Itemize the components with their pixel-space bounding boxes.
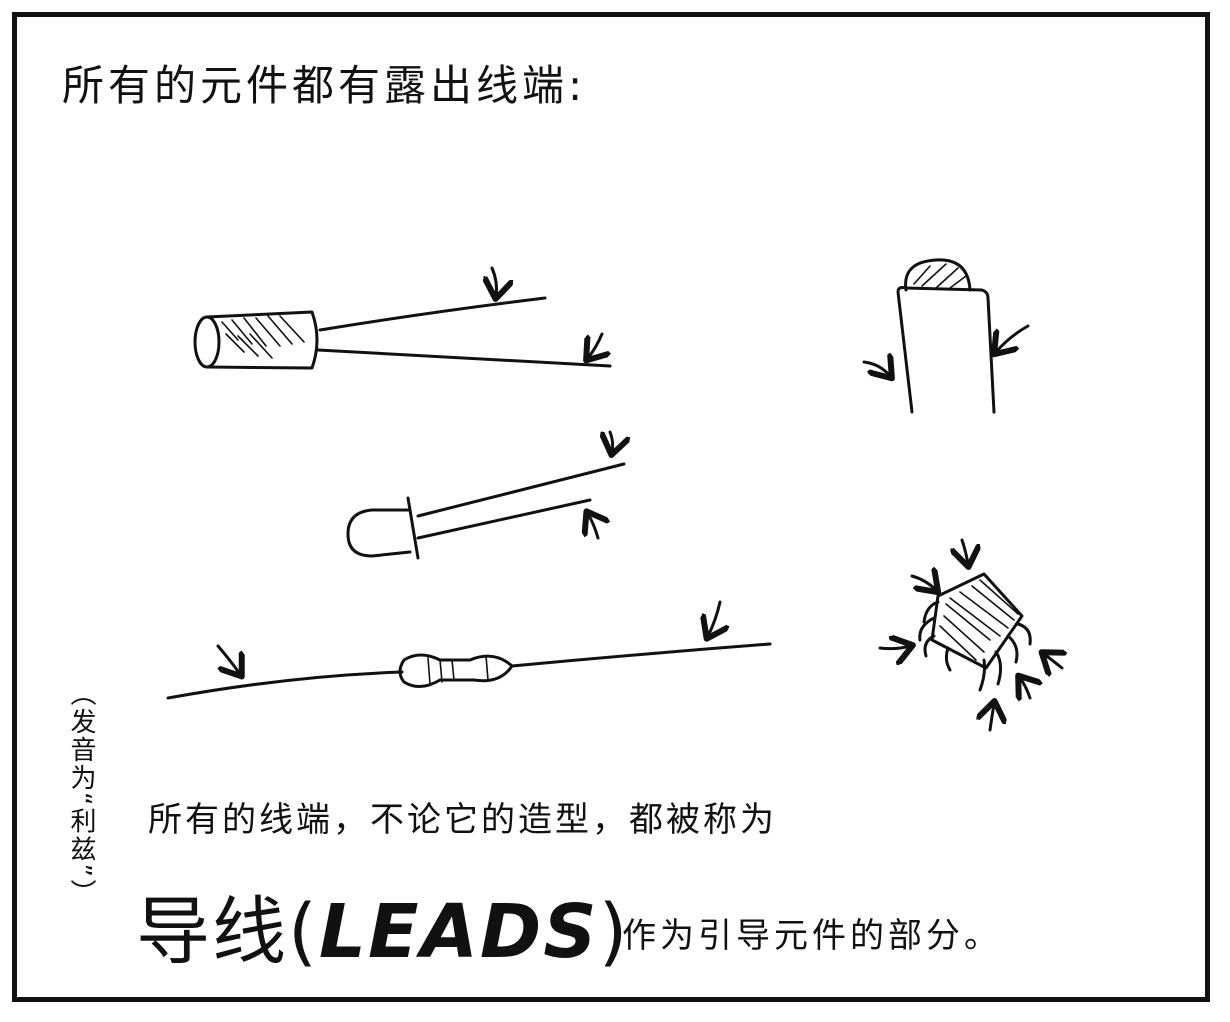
capacitor-sketch-icon bbox=[193, 266, 612, 370]
led-lead-1 bbox=[416, 462, 626, 518]
arrow-icon bbox=[588, 332, 602, 358]
leads-term: 导线(LEADS) bbox=[136, 872, 629, 979]
resistor-sketch-icon bbox=[166, 600, 772, 700]
leads-caption: 所有的线端，不论它的造型，都被称为 bbox=[148, 800, 777, 840]
capacitor-lead-2 bbox=[316, 348, 612, 368]
post-sketch-icon bbox=[862, 258, 1030, 414]
capacitor-lead-1 bbox=[318, 296, 547, 332]
leads-term-tail: 作为引导元件的部分。 bbox=[622, 916, 1002, 956]
arrow-icon bbox=[492, 266, 497, 296]
arrow-icon bbox=[996, 324, 1030, 352]
arrow-icon bbox=[1044, 654, 1062, 668]
led-sketch-icon bbox=[346, 430, 626, 560]
arrow-icon bbox=[990, 704, 994, 732]
arrow-icon bbox=[962, 538, 968, 564]
leads-term-chinese: 导线( bbox=[136, 889, 319, 975]
ic-chip-sketch-icon bbox=[878, 538, 1062, 732]
pronunciation-note: （发音为“利兹”） bbox=[66, 680, 96, 907]
arrow-icon bbox=[216, 644, 240, 674]
arrow-icon bbox=[588, 514, 598, 540]
arrow-icon bbox=[862, 362, 890, 376]
resistor-lead-2 bbox=[510, 642, 772, 668]
arrow-icon bbox=[910, 576, 936, 590]
arrow-icon bbox=[1020, 678, 1030, 698]
arrow-icon bbox=[610, 430, 613, 452]
led-lead-2 bbox=[416, 498, 592, 540]
leads-term-english: LEADS bbox=[318, 889, 599, 975]
arrow-icon bbox=[878, 646, 910, 649]
resistor-lead-1 bbox=[166, 670, 404, 700]
component-illustrations bbox=[166, 258, 1230, 732]
arrow-icon bbox=[708, 600, 720, 636]
